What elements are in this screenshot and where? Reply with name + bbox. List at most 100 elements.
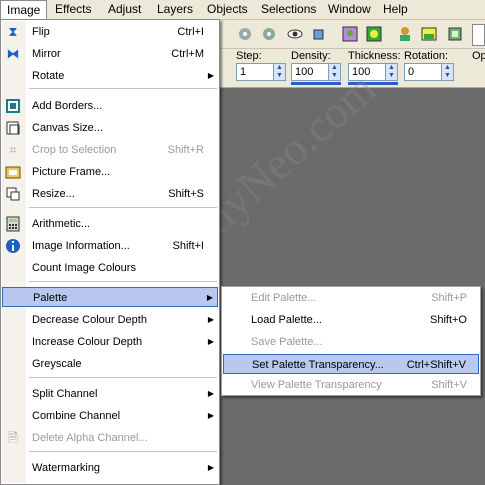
step-label: Step: — [236, 50, 262, 62]
submenu-arrow-icon: ▶ — [207, 463, 214, 472]
menu-item-shortcut: Shift+I — [172, 240, 205, 252]
menu-item-label: Arithmetic... — [32, 218, 91, 230]
menu-item-add-borders[interactable]: Add Borders... — [2, 96, 218, 116]
menu-item-combine-channel[interactable]: Combine Channel ▶ — [2, 406, 218, 426]
step-input[interactable]: 1 — [236, 63, 274, 81]
picture-icon[interactable] — [420, 25, 438, 43]
submenu-arrow-icon: ▶ — [207, 411, 214, 420]
sparkle-tool-2-icon[interactable] — [260, 25, 278, 43]
submenu-arrow-icon: ▶ — [207, 315, 214, 324]
menu-item-arithmetic[interactable]: Arithmetic... — [2, 214, 218, 234]
menu-objects[interactable]: Objects — [201, 0, 254, 19]
menu-item-label: View Palette Transparency — [251, 379, 382, 391]
step-spinner[interactable]: ▲ ▼ — [274, 63, 286, 81]
menu-item-split-channel[interactable]: Split Channel ▶ — [2, 384, 218, 404]
palette-submenu: Edit Palette... Shift+P Load Palette... … — [221, 286, 481, 396]
thickness-slider[interactable] — [348, 82, 398, 85]
density-spinner[interactable]: ▲ ▼ — [329, 63, 341, 81]
menu-item-shortcut: Shift+P — [431, 292, 467, 304]
menu-separator — [29, 207, 217, 208]
menu-help[interactable]: Help — [377, 0, 414, 19]
rotation-label: Rotation: — [404, 50, 449, 62]
person-icon[interactable] — [396, 25, 414, 43]
menu-item-shortcut: Shift+R — [167, 144, 204, 156]
menu-item-flip[interactable]: ⧗ Flip Ctrl+I — [2, 22, 218, 42]
menu-item-edit-palette[interactable]: Edit Palette... Shift+P — [223, 288, 479, 308]
landscape-icon[interactable] — [365, 25, 383, 43]
menu-item-label: Split Channel — [32, 388, 98, 400]
flip-icon: ⧗ — [8, 24, 18, 39]
toolbar-overflow-button[interactable] — [472, 24, 485, 46]
menu-item-label: Crop to Selection — [32, 144, 117, 156]
menu-item-label: Decrease Colour Depth — [32, 314, 147, 326]
add-borders-icon — [5, 98, 21, 114]
menu-effects[interactable]: Effects — [49, 0, 97, 19]
crop-icon: ⌗ — [9, 142, 17, 157]
submenu-arrow-icon: ▶ — [207, 337, 214, 346]
menu-item-mirror[interactable]: ⧓ Mirror Ctrl+M — [2, 44, 218, 64]
eye-icon[interactable] — [286, 25, 304, 43]
menu-adjust[interactable]: Adjust — [102, 0, 147, 19]
thickness-input[interactable]: 100 — [348, 63, 386, 81]
picture-frame-icon — [5, 164, 21, 180]
menu-item-load-palette[interactable]: Load Palette... Shift+O — [223, 310, 479, 330]
menu-item-watermarking[interactable]: Watermarking ▶ — [2, 458, 218, 478]
menu-item-label: Palette — [33, 292, 68, 304]
menu-item-label: Image Information... — [32, 240, 130, 252]
menu-item-rotate[interactable]: Rotate ▶ — [2, 66, 218, 86]
menu-item-palette[interactable]: Palette ▶ — [2, 287, 218, 307]
menu-item-set-palette-transparency[interactable]: Set Palette Transparency... Ctrl+Shift+V — [223, 354, 479, 374]
menu-item-label: Set Palette Transparency... — [252, 359, 384, 371]
menu-item-resize[interactable]: Resize... Shift+S — [2, 184, 218, 204]
menu-item-label: Load Palette... — [251, 314, 322, 326]
rotation-input[interactable]: 0 — [404, 63, 442, 81]
menu-item-decrease-colour-depth[interactable]: Decrease Colour Depth ▶ — [2, 310, 218, 330]
rotation-spinner[interactable]: ▲ ▼ — [442, 63, 454, 81]
sparkle-tool-icon[interactable] — [236, 25, 254, 43]
cube-icon[interactable] — [310, 25, 328, 43]
menu-item-shortcut: Shift+O — [430, 314, 467, 326]
portrait-icon[interactable] — [341, 25, 359, 43]
submenu-arrow-icon: ▶ — [207, 71, 214, 80]
menu-item-increase-colour-depth[interactable]: Increase Colour Depth ▶ — [2, 332, 218, 352]
thickness-spinner[interactable]: ▲ ▼ — [386, 63, 398, 81]
density-input[interactable]: 100 — [291, 63, 329, 81]
menu-separator — [29, 88, 217, 89]
calculator-icon — [5, 216, 21, 232]
menu-item-greyscale[interactable]: Greyscale — [2, 354, 218, 374]
density-label: Density: — [291, 50, 331, 62]
density-slider[interactable] — [291, 82, 341, 85]
menu-item-label: Greyscale — [32, 358, 82, 370]
menu-item-label: Resize... — [32, 188, 75, 200]
menu-item-label: Add Borders... — [32, 100, 103, 112]
thickness-label: Thickness: — [348, 50, 401, 62]
menu-item-crop-to-selection[interactable]: ⌗ Crop to Selection Shift+R — [2, 140, 218, 160]
menu-item-label: Flip — [32, 26, 50, 38]
menu-item-save-palette[interactable]: Save Palette... — [223, 332, 479, 352]
info-icon — [5, 238, 21, 254]
menu-item-shortcut: Ctrl+I — [177, 26, 204, 38]
resize-icon — [5, 186, 21, 202]
menu-separator — [29, 281, 217, 282]
menu-item-delete-alpha-channel[interactable]: 🗎 Delete Alpha Channel... — [2, 428, 218, 448]
menu-item-label: Increase Colour Depth — [32, 336, 143, 348]
menu-item-image-information[interactable]: Image Information... Shift+I — [2, 236, 218, 256]
menu-item-shortcut: Shift+V — [431, 379, 467, 391]
menu-layers[interactable]: Layers — [151, 0, 199, 19]
menu-item-label: Picture Frame... — [32, 166, 111, 178]
menu-item-label: Mirror — [32, 48, 61, 60]
menu-item-label: Combine Channel — [32, 410, 121, 422]
menu-selections[interactable]: Selections — [255, 0, 322, 19]
menu-window[interactable]: Window — [322, 0, 377, 19]
menu-item-view-palette-transparency[interactable]: View Palette Transparency Shift+V — [223, 375, 479, 395]
delete-alpha-icon: 🗎 — [7, 430, 19, 445]
menu-item-canvas-size[interactable]: Canvas Size... — [2, 118, 218, 138]
submenu-arrow-icon: ▶ — [206, 293, 213, 302]
menu-separator — [29, 451, 217, 452]
menu-item-picture-frame[interactable]: Picture Frame... — [2, 162, 218, 182]
menu-image[interactable]: Image — [0, 0, 48, 20]
menu-item-label: Watermarking — [32, 462, 101, 474]
menu-item-count-image-colours[interactable]: Count Image Colours — [2, 258, 218, 278]
layers-icon[interactable] — [446, 25, 464, 43]
menu-item-label: Edit Palette... — [251, 292, 317, 304]
